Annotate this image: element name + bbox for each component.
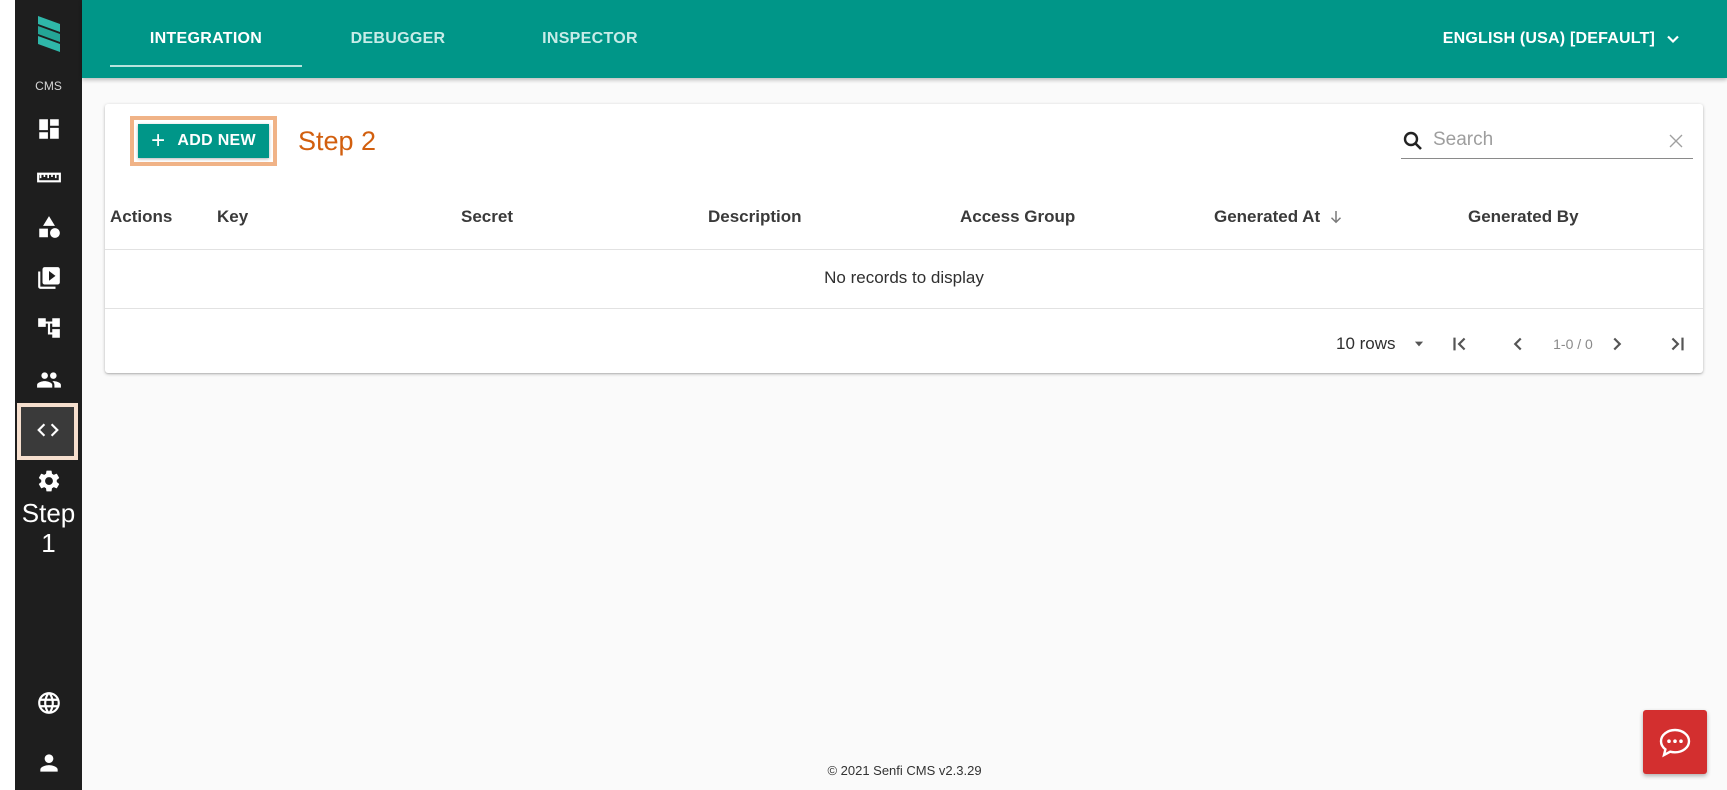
rows-per-page-value: 10 rows <box>1336 334 1396 353</box>
column-header-generated-at[interactable]: Generated At <box>1214 207 1345 227</box>
step-2-highlight: + ADD NEW <box>130 116 277 166</box>
sidebar-item-structure[interactable] <box>35 314 63 342</box>
ruler-icon <box>37 172 61 183</box>
language-selector[interactable]: ENGLISH (USA) [DEFAULT] <box>1443 0 1683 78</box>
people-icon <box>37 372 61 388</box>
globe-icon <box>38 692 60 714</box>
sort-descending-icon[interactable] <box>1327 208 1345 226</box>
column-header-generated-by[interactable]: Generated By <box>1468 207 1579 227</box>
last-page-button[interactable] <box>1659 326 1695 362</box>
sidebar-item-settings[interactable] <box>35 467 63 495</box>
sidebar-item-users[interactable] <box>35 366 63 394</box>
site-tree-icon <box>38 318 60 338</box>
caret-down-icon <box>1414 341 1423 347</box>
search-box <box>1401 121 1693 159</box>
gear-icon <box>38 470 60 492</box>
first-page-icon <box>1453 337 1466 351</box>
media-library-icon <box>38 267 60 289</box>
search-icon <box>1403 131 1422 150</box>
sidebar: CMS Step 1 <box>15 0 82 790</box>
sidebar-item-integration[interactable] <box>17 403 78 460</box>
column-header-access-group[interactable]: Access Group <box>960 207 1075 227</box>
left-margin <box>0 0 15 790</box>
column-header-description[interactable]: Description <box>708 207 802 227</box>
sidebar-item-profile[interactable] <box>35 749 63 777</box>
sidebar-item-media[interactable] <box>35 264 63 292</box>
chat-button[interactable] <box>1643 710 1707 774</box>
active-tab-indicator <box>110 65 302 67</box>
step-2-annotation: Step 2 <box>298 126 377 156</box>
chevron-left-icon <box>1513 337 1522 351</box>
copyright-footer: © 2021 Senfi CMS v2.3.29 <box>827 763 982 778</box>
chat-bubble-icon <box>1659 728 1691 758</box>
rows-per-page-select[interactable]: 10 rows <box>1336 324 1426 364</box>
app-window: CMS Step 1 INTEGRATION DEBUGGER INSPECTO… <box>0 0 1727 790</box>
next-page-button[interactable] <box>1599 326 1635 362</box>
sidebar-item-ruler[interactable] <box>35 163 63 191</box>
tab-inspector[interactable]: INSPECTOR <box>494 0 686 78</box>
top-bar: INTEGRATION DEBUGGER INSPECTOR ENGLISH (… <box>82 0 1727 78</box>
user-icon <box>40 754 58 772</box>
integration-table-card: + ADD NEW Step 2 Actions Key Secret Desc… <box>105 104 1703 373</box>
step-1-line1: Step <box>21 498 76 528</box>
search-input[interactable] <box>1433 125 1653 155</box>
code-icon <box>37 423 59 437</box>
header-divider <box>105 249 1703 250</box>
language-label: ENGLISH (USA) [DEFAULT] <box>1442 30 1655 47</box>
shapes-icon <box>39 216 60 238</box>
chevron-down-icon <box>1667 35 1679 44</box>
sidebar-item-shapes[interactable] <box>35 213 63 241</box>
add-new-label: ADD NEW <box>177 132 256 149</box>
brand-label: CMS <box>35 79 62 93</box>
sidebar-item-language[interactable] <box>35 689 63 717</box>
page-range: 1-0 / 0 <box>1553 336 1593 352</box>
last-page-icon <box>1671 337 1684 351</box>
chevron-right-icon <box>1613 337 1622 351</box>
plus-icon: + <box>151 127 166 154</box>
column-header-key[interactable]: Key <box>217 207 248 227</box>
dashboard-icon <box>39 119 59 139</box>
step-1-line2: 1 <box>41 528 56 558</box>
footer-divider <box>105 308 1703 309</box>
previous-page-button[interactable] <box>1500 326 1536 362</box>
first-page-button[interactable] <box>1442 326 1478 362</box>
add-new-button[interactable]: + ADD NEW <box>138 124 269 158</box>
column-header-generated-at-label: Generated At <box>1214 207 1321 226</box>
tab-debugger[interactable]: DEBUGGER <box>302 0 494 78</box>
column-header-actions: Actions <box>110 207 173 226</box>
senfi-logo-icon[interactable] <box>34 14 64 58</box>
sidebar-item-dashboard[interactable] <box>35 115 63 143</box>
step-1-annotation: Step 1 <box>15 498 82 558</box>
clear-search-icon[interactable] <box>1667 132 1685 150</box>
empty-table-message: No records to display <box>824 268 984 287</box>
column-header-secret[interactable]: Secret <box>461 207 513 227</box>
